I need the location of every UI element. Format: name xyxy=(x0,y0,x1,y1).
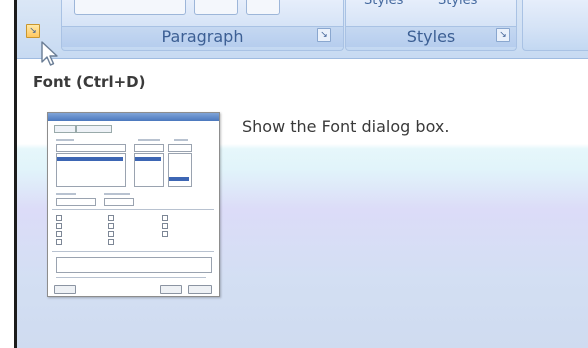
mouse-pointer-icon xyxy=(41,41,58,66)
preview-line xyxy=(56,139,74,141)
preview-checkbox xyxy=(56,215,62,221)
preview-sample-box xyxy=(56,257,212,273)
styles-dialog-launcher-icon[interactable]: ↘ xyxy=(496,28,510,42)
preview-button xyxy=(160,285,182,294)
preview-input xyxy=(56,144,126,152)
preview-checkbox xyxy=(162,215,168,221)
preview-selection xyxy=(135,157,161,161)
paragraph-control-right[interactable] xyxy=(246,0,280,15)
preview-divider xyxy=(52,209,214,210)
tooltip-description: Show the Font dialog box. xyxy=(242,117,450,136)
preview-line xyxy=(138,139,160,141)
preview-selection xyxy=(169,177,189,181)
preview-checkbox xyxy=(56,231,62,237)
editing-group xyxy=(522,0,588,51)
styles-group: Styles Styles Styles ↘ xyxy=(345,0,517,51)
styles-gallery-label[interactable]: Styles xyxy=(364,0,403,8)
preview-checkbox xyxy=(56,223,62,229)
paragraph-control-mid[interactable] xyxy=(194,0,238,15)
preview-checkbox xyxy=(162,231,168,237)
preview-line xyxy=(174,139,188,141)
tooltip-title: Font (Ctrl+D) xyxy=(33,73,146,91)
preview-checkbox xyxy=(162,223,168,229)
preview-button xyxy=(54,285,76,294)
ribbon: ↘ Paragraph ↘ Styles Styles Styles ↘ xyxy=(17,0,588,59)
paragraph-group-label: Paragraph xyxy=(62,26,343,47)
paragraph-control-left[interactable] xyxy=(74,0,186,15)
preview-input xyxy=(134,144,164,152)
styles-change-label[interactable]: Styles xyxy=(438,0,477,8)
preview-checkbox xyxy=(56,239,62,245)
font-dialog-launcher-icon[interactable]: ↘ xyxy=(26,24,40,38)
super-tooltip: Font (Ctrl+D) Show the Font dialog box. xyxy=(17,59,588,348)
preview-line xyxy=(104,193,130,195)
preview-line xyxy=(56,277,206,278)
preview-checkbox xyxy=(108,215,114,221)
preview-checkbox xyxy=(108,239,114,245)
paragraph-group: Paragraph ↘ xyxy=(61,0,344,51)
preview-tab xyxy=(54,125,76,133)
preview-input xyxy=(168,144,192,152)
preview-list xyxy=(168,153,192,187)
preview-titlebar xyxy=(48,113,219,121)
styles-group-label: Styles xyxy=(346,26,516,47)
preview-input xyxy=(56,198,96,206)
preview-selection xyxy=(57,157,123,161)
preview-input xyxy=(104,198,134,206)
preview-checkbox xyxy=(108,231,114,237)
paragraph-dialog-launcher-icon[interactable]: ↘ xyxy=(317,28,331,42)
preview-line xyxy=(56,193,76,195)
preview-divider xyxy=(52,251,214,252)
font-dialog-preview-image xyxy=(47,112,220,297)
preview-checkbox xyxy=(108,223,114,229)
preview-button xyxy=(188,285,212,294)
preview-tab xyxy=(76,125,112,133)
